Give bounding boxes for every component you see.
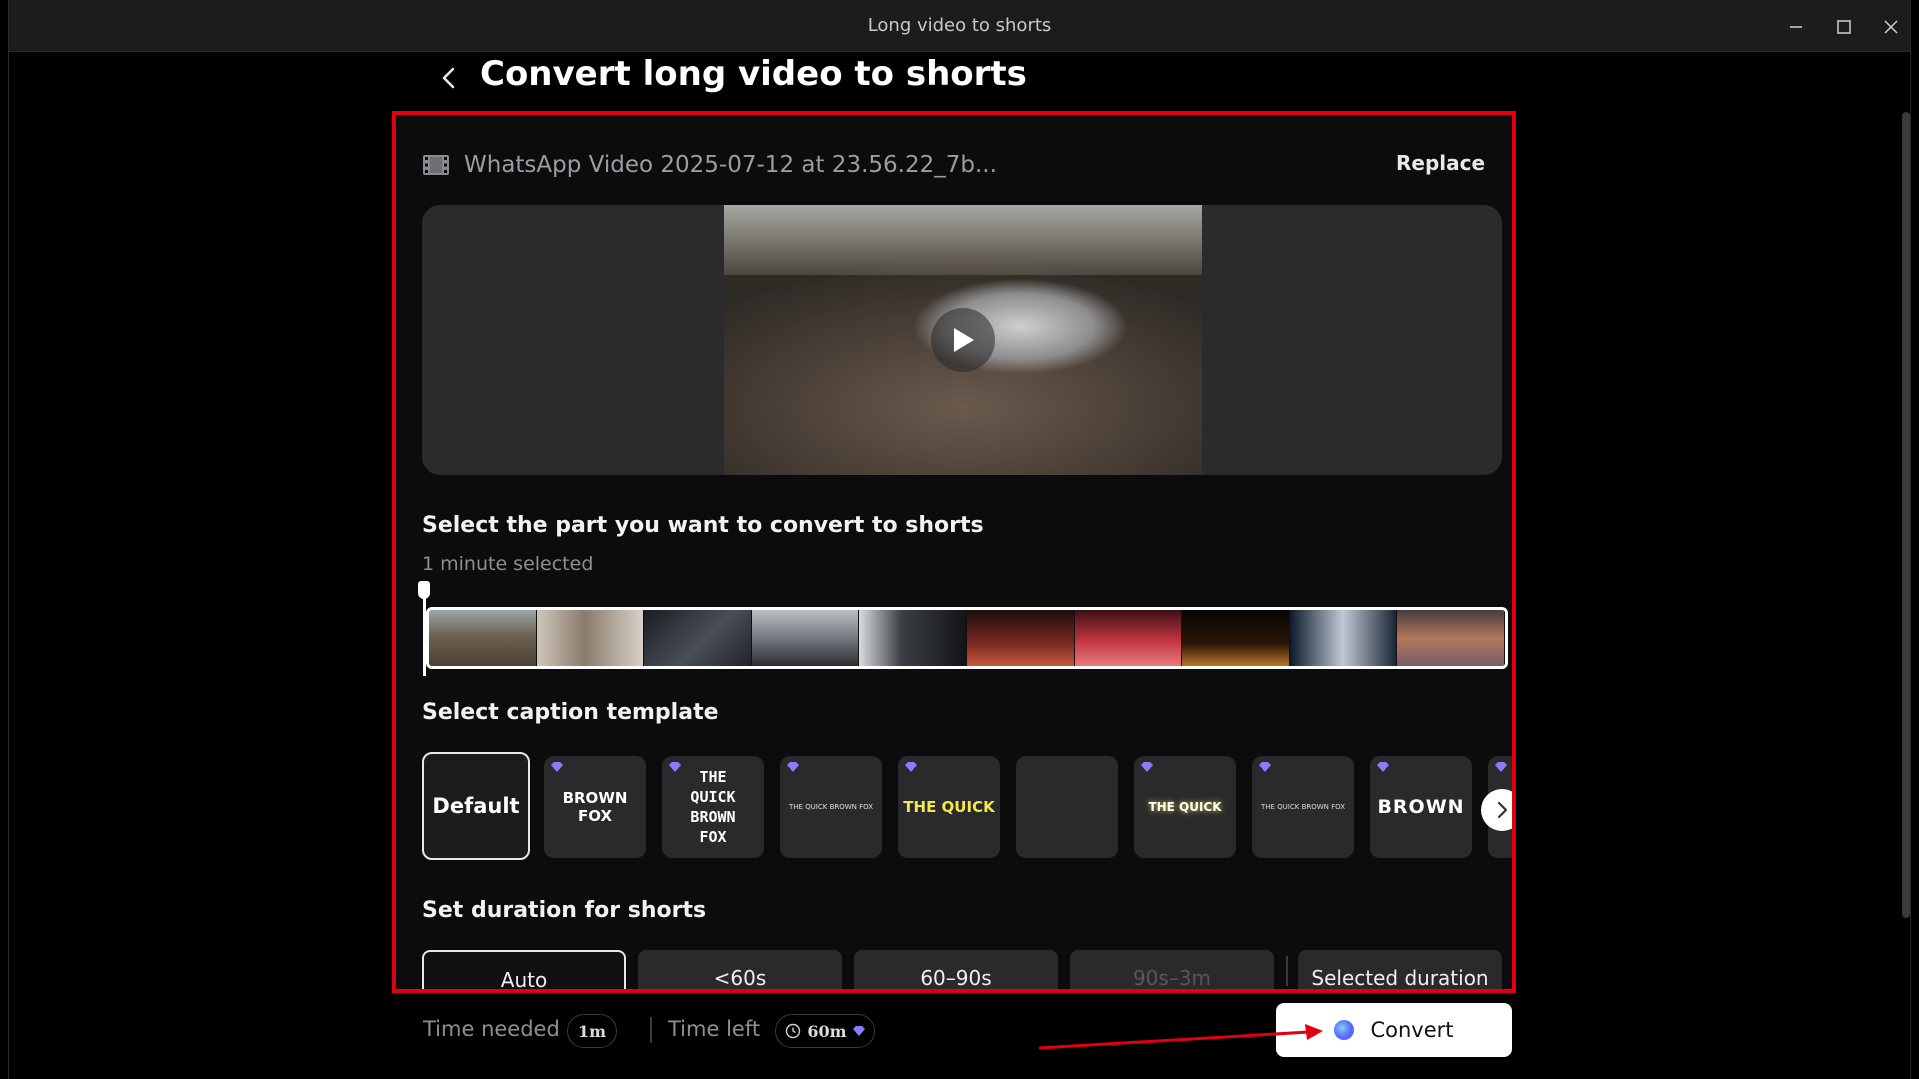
file-info: WhatsApp Video 2025-07-12 at 23.56.22_7b…	[422, 147, 997, 183]
time-left-label: Time left	[668, 1017, 761, 1041]
duration-option-label: Auto	[500, 968, 548, 989]
caption-template-label: BROWN FOX	[562, 789, 628, 825]
close-button[interactable]	[1874, 12, 1908, 42]
duration-title: Set duration for shorts	[422, 898, 707, 923]
gem-icon	[1141, 762, 1153, 772]
timeline-playhead[interactable]	[423, 598, 426, 676]
duration-option-label: <60s	[713, 966, 767, 989]
ai-orb-icon	[1334, 1020, 1355, 1040]
duration-option-90s-3m: 90s–3m	[1070, 950, 1274, 989]
video-preview	[422, 205, 1502, 475]
selection-title: Select the part you want to convert to s…	[422, 513, 984, 538]
caption-template-label: THE QUICK	[903, 798, 995, 816]
caption-template-list: Default BROWN FOX THE QUICK BROWN FOX TH…	[422, 752, 1512, 860]
caption-template-quick-highlight[interactable]: THE QUICK	[1134, 756, 1236, 858]
play-button[interactable]	[931, 308, 995, 372]
caption-template-default[interactable]: Default	[422, 752, 530, 860]
caption-template-quick-small[interactable]: THE QUICK BROWN FOX	[780, 756, 882, 858]
play-icon	[954, 328, 974, 352]
timeline-thumbnail	[966, 610, 1075, 666]
minimize-button[interactable]	[1779, 12, 1813, 42]
chevron-left-icon	[442, 67, 455, 89]
title-bar: Long video to shorts	[9, 0, 1910, 52]
maximize-icon	[1837, 20, 1851, 34]
clock-icon	[786, 1023, 801, 1039]
caption-template-label: THE QUICK BROWN FOX	[1260, 803, 1346, 811]
time-needed-label: Time needed	[423, 1017, 560, 1041]
duration-option-60-90s[interactable]: 60–90s	[854, 950, 1058, 989]
timeline-thumbnail	[536, 610, 645, 666]
timeline-thumbnail	[429, 610, 537, 666]
caption-template-label: THE QUICK BROWN FOX	[788, 803, 874, 811]
timeline-thumbnail	[1397, 610, 1505, 666]
time-needed-value: 1m	[577, 1021, 607, 1041]
caption-template-label: THE QUICK	[1148, 800, 1222, 814]
caption-template-brown[interactable]: BROWN	[1370, 756, 1472, 858]
video-sky	[724, 205, 1202, 275]
timeline-thumbnail	[751, 610, 860, 666]
video-frame[interactable]	[724, 205, 1202, 475]
timeline-thumbnail	[1074, 610, 1183, 666]
back-button[interactable]	[429, 58, 469, 98]
gem-icon	[669, 762, 681, 772]
caption-next-button[interactable]	[1481, 789, 1512, 831]
app-window: Long video to shorts Convert long video …	[8, 0, 1911, 1079]
timeline-thumbnail	[644, 610, 752, 666]
scrollbar-thumb[interactable]	[1902, 112, 1910, 918]
timeline-thumbnail	[1289, 610, 1398, 666]
caption-template-quick-brown-fox[interactable]: THE QUICK BROWN FOX	[662, 756, 764, 858]
time-left-badge: 60m	[775, 1014, 875, 1048]
gem-icon	[787, 762, 799, 772]
caption-template-quick-yellow[interactable]: THE QUICK	[898, 756, 1000, 858]
close-icon	[1884, 20, 1898, 34]
convert-label: Convert	[1370, 1018, 1454, 1042]
timeline-thumbnail	[859, 610, 967, 666]
converter-panel: WhatsApp Video 2025-07-12 at 23.56.22_7b…	[396, 115, 1512, 989]
duration-option-auto[interactable]: Auto	[422, 950, 626, 989]
gem-icon	[1495, 762, 1507, 772]
gem-icon	[1377, 762, 1389, 772]
file-name: WhatsApp Video 2025-07-12 at 23.56.22_7b…	[464, 152, 997, 178]
page-title: Convert long video to shorts	[480, 54, 1027, 94]
footer-divider	[650, 1017, 652, 1043]
caption-template-label: Default	[432, 794, 520, 818]
video-timeline[interactable]	[426, 607, 1508, 669]
gem-icon	[551, 762, 563, 772]
duration-option-label: Selected duration	[1311, 966, 1489, 989]
duration-option-label: 60–90s	[920, 966, 992, 989]
caption-template-quick-tiny[interactable]: THE QUICK BROWN FOX	[1252, 756, 1354, 858]
caption-template-brown-fox[interactable]: BROWN FOX	[544, 756, 646, 858]
minimize-icon	[1790, 26, 1802, 28]
selection-subtitle: 1 minute selected	[422, 553, 594, 575]
film-icon	[423, 155, 449, 175]
convert-button[interactable]: Convert	[1276, 1003, 1512, 1057]
duration-divider	[1286, 956, 1288, 986]
caption-title: Select caption template	[422, 700, 719, 725]
duration-option-label: 90s–3m	[1132, 966, 1212, 989]
gem-icon	[852, 1026, 865, 1036]
duration-option-selected[interactable]: Selected duration	[1298, 950, 1502, 989]
caption-template-blank[interactable]	[1016, 756, 1118, 858]
window-title: Long video to shorts	[867, 15, 1052, 36]
maximize-button[interactable]	[1827, 12, 1861, 42]
gem-icon	[1259, 762, 1271, 772]
caption-template-label: BROWN	[1377, 796, 1465, 818]
time-needed-badge: 1m	[567, 1014, 617, 1048]
timeline-thumbnail	[1182, 610, 1290, 666]
timeline-playhead-handle[interactable]	[418, 581, 430, 599]
duration-option-under-60s[interactable]: <60s	[638, 950, 842, 989]
gem-icon	[905, 762, 917, 772]
chevron-right-icon	[1497, 801, 1508, 819]
replace-button[interactable]: Replace	[1396, 151, 1485, 175]
caption-template-label: THE QUICK BROWN FOX	[690, 768, 736, 846]
time-left-value: 60m	[807, 1021, 847, 1041]
